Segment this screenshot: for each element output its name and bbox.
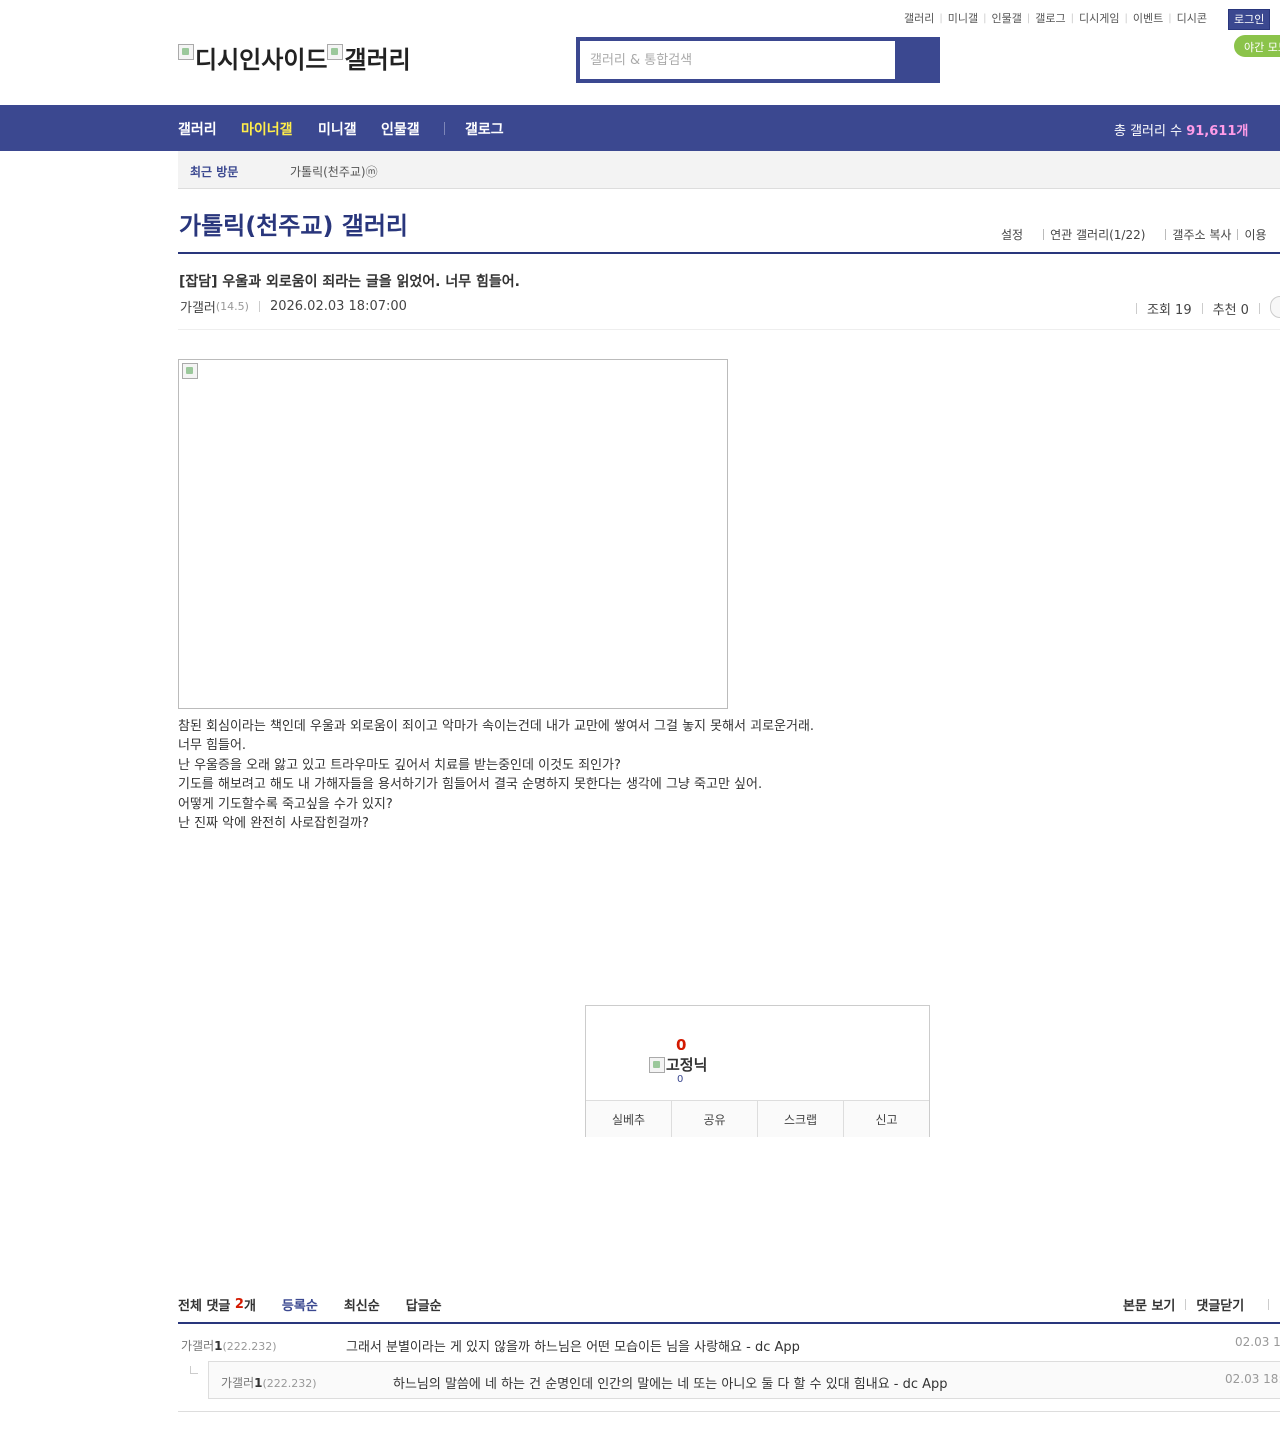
gallery-links: 설정 연관 갤러리(1/22) 갤주소 복사 이용 (1001, 226, 1267, 243)
nav-gallog[interactable]: 갤로그 (465, 119, 504, 139)
reply-indicator (190, 1366, 198, 1374)
nav-mini-gallery[interactable]: 미니갤 (318, 119, 357, 139)
logo-text-gallery: 갤러리 (344, 46, 411, 74)
search-input[interactable] (580, 41, 895, 79)
post-author-ip: (14.5) (215, 300, 249, 313)
post-body-line: 참된 회심이라는 책인데 우울과 외로움이 죄이고 악마가 속이는건데 내가 교… (178, 719, 815, 734)
comment-date: 02.03 18:1 (1225, 1372, 1280, 1386)
copy-gallery-address-link[interactable]: 갤주소 복사 (1172, 226, 1231, 243)
broken-image-icon (182, 363, 198, 379)
post-body-line: 너무 힘들어. (178, 738, 247, 754)
nav-divider (444, 122, 445, 135)
post-views: 조회 19 (1147, 303, 1192, 318)
total-gallery-count: 총 갤러리 수 91,611개 (1114, 124, 1249, 139)
comments-total-label: 전체 댓글 (178, 1299, 231, 1314)
gallery-title[interactable]: 가톨릭(천주교) 갤러리 (179, 206, 408, 241)
fixed-nick-recommend-count: 0 (677, 1074, 684, 1085)
post-body-line: 난 진짜 악에 완전히 사로잡힌걸까? (178, 816, 369, 832)
post-title: [잡담] 우울과 외로움이 죄라는 글을 읽었어. 너무 힘들어. (179, 274, 520, 290)
related-gallery-link[interactable]: 연관 갤러리(1/22) (1050, 226, 1145, 243)
nav-minor-gallery[interactable]: 마이너갤 (241, 119, 293, 139)
recommend-actions: 실베추 공유 스크랩 신고 (586, 1100, 929, 1137)
util-link-mini[interactable]: 미니갤 (948, 10, 978, 26)
total-gallery-value: 91,611개 (1186, 124, 1249, 139)
recent-visit-item[interactable]: 가톨릭(천주교)ⓜ (290, 163, 378, 180)
broken-image-icon (327, 43, 344, 60)
nav-gallery[interactable]: 갤러리 (178, 119, 217, 139)
gallery-usage-link[interactable]: 이용 (1244, 226, 1266, 243)
comment-author[interactable]: 가갤러1 (181, 1339, 222, 1353)
comments-divider (178, 1322, 1280, 1324)
util-link-game[interactable]: 디시게임 (1079, 10, 1119, 26)
close-comments-link[interactable]: 댓글닫기 (1196, 1295, 1244, 1314)
broken-image-icon (178, 43, 194, 60)
post-image[interactable] (178, 359, 728, 709)
sort-registered[interactable]: 등록순 (282, 1295, 318, 1314)
comment-date: 02.03 18: (1235, 1335, 1280, 1349)
title-divider (178, 252, 1280, 254)
post-author[interactable]: 가갤러 (180, 297, 216, 316)
report-button[interactable]: 신고 (844, 1101, 929, 1137)
site-logo[interactable]: 디시인사이드 갤러리 (178, 40, 411, 75)
best-recommend-button[interactable]: 실베추 (586, 1101, 672, 1137)
recent-visit-bar: 최근 방문 가톨릭(천주교)ⓜ (178, 151, 1280, 189)
comment-author-ip: (222.232) (262, 1377, 317, 1390)
comment-jump-button[interactable] (1270, 296, 1280, 318)
post-body-line: 난 우울증을 오래 앓고 있고 트라우마도 깊어서 치료를 받는중인데 이것도 … (178, 757, 621, 773)
search-box (576, 37, 940, 83)
util-link-person[interactable]: 인물갤 (992, 10, 1022, 26)
logo-text-dcinside: 디시인사이드 (195, 46, 328, 74)
login-button[interactable]: 로그인 (1228, 9, 1271, 30)
recommend-count: 0 (676, 1036, 687, 1054)
broken-image-icon (649, 1056, 665, 1073)
post-recommend-count: 추천 0 (1212, 303, 1249, 318)
post-stats: 조회 19 추천 0 (1136, 299, 1270, 318)
comment-author[interactable]: 가갤러1 (221, 1376, 262, 1390)
util-link-dccon[interactable]: 디시콘 (1177, 10, 1207, 26)
recent-visit-label: 최근 방문 (190, 165, 239, 179)
util-link-gallog[interactable]: 갤로그 (1035, 10, 1065, 26)
sort-replies[interactable]: 답글순 (406, 1295, 442, 1314)
comment-author-ip: (222.232) (222, 1340, 277, 1353)
comments-total-unit: 개 (243, 1299, 256, 1314)
post-meta: 가갤러 (14.5) 2026.02.03 18:07:00 (180, 297, 407, 316)
post-date: 2026.02.03 18:07:00 (269, 299, 407, 314)
comments-header: 전체 댓글 2개 등록순 최신순 답글순 (178, 1295, 442, 1314)
gallery-settings-link[interactable]: 설정 (1001, 226, 1023, 243)
sort-latest[interactable]: 최신순 (344, 1295, 380, 1314)
post-body-line: 어떻게 기도할수록 죽고싶을 수가 있지? (178, 796, 393, 812)
share-button[interactable]: 공유 (672, 1101, 758, 1137)
main-nav: 갤러리 마이너갤 미니갤 인물갤 갤로그 총 갤러리 수 91,611개 (0, 105, 1280, 151)
scrap-button[interactable]: 스크랩 (758, 1101, 844, 1137)
post-body-line: 기도를 해보려고 해도 내 가해자들을 용서하기가 힘들어서 결국 순명하지 못… (178, 777, 763, 793)
search-button[interactable] (897, 41, 936, 79)
night-mode-toggle[interactable]: 야간 모드 (1234, 35, 1280, 57)
comment-reply: 가갤러1(222.232) 하느님의 말씀에 네 하는 건 순명인데 인간의 말… (221, 1372, 1280, 1392)
meta-divider (178, 329, 1280, 330)
post-body: 참된 회심이라는 책인데 우울과 외로움이 죄이고 악마가 속이는건데 내가 교… (178, 717, 814, 833)
comment-item: 가갤러1(222.232) 그래서 분별이라는 게 있지 않을까 하느님은 어떤… (181, 1335, 1280, 1355)
view-body-link[interactable]: 본문 보기 (1123, 1295, 1175, 1314)
comments-bottom-divider (178, 1411, 1280, 1412)
comments-total-count: 2 (234, 1297, 244, 1312)
top-util-links: 갤러리 | 미니갤 | 인물갤 | 갤로그 | 디시게임 | 이벤트 | 디시콘 (904, 10, 1207, 26)
nav-person-gallery[interactable]: 인물갤 (381, 119, 420, 139)
fixed-nick-recommend: 고정닉 (649, 1054, 707, 1075)
comment-text: 그래서 분별이라는 게 있지 않을까 하느님은 어떤 모습이든 님을 사랑해요 … (346, 1340, 800, 1355)
comments-actions: 본문 보기 댓글닫기 (1123, 1295, 1279, 1314)
util-link-event[interactable]: 이벤트 (1133, 10, 1163, 26)
recommend-box: 0 고정닉 0 실베추 공유 스크랩 신고 (585, 1005, 930, 1137)
comment-text: 하느님의 말씀에 네 하는 건 순명인데 인간의 말에는 네 또는 아니오 둘 … (393, 1377, 948, 1392)
util-link-gallery[interactable]: 갤러리 (904, 10, 934, 26)
